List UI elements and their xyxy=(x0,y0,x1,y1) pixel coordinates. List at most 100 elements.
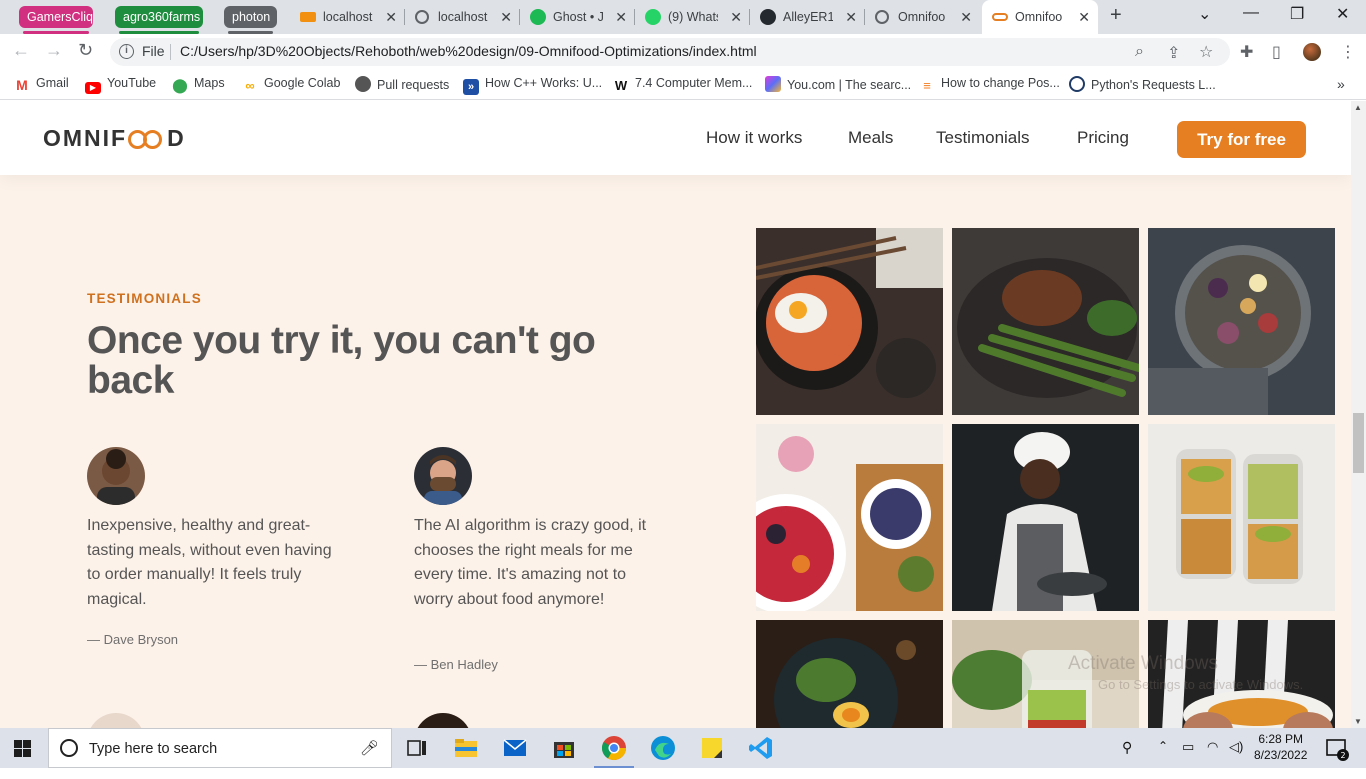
section-subheading: TESTIMONIALS xyxy=(87,291,202,306)
task-view-icon[interactable] xyxy=(403,734,431,762)
stackoverflow-icon: ≡ xyxy=(923,78,931,93)
show-hidden-icons-chevron[interactable]: ⌃ xyxy=(1158,739,1168,779)
close-tab-icon[interactable]: ✕ xyxy=(730,0,742,34)
extensions-puzzle-icon[interactable]: ✚ xyxy=(1240,42,1253,62)
scroll-up-arrow-icon[interactable]: ▲ xyxy=(1354,103,1362,112)
bookmark-cpp[interactable]: » How C++ Works: U... xyxy=(463,76,602,95)
battery-icon[interactable]: ▭ xyxy=(1182,739,1194,779)
globe-icon xyxy=(415,10,429,24)
gallery-image-5 xyxy=(952,424,1139,611)
tab-localhost-1[interactable]: localhost ✕ xyxy=(290,0,405,34)
bookmark-colab[interactable]: ∞ Google Colab xyxy=(242,76,340,94)
side-panel-icon[interactable]: ▯ xyxy=(1272,42,1281,62)
tab-omnifood-1[interactable]: Omnifoo ✕ xyxy=(865,0,980,34)
youtube-icon: ▶ xyxy=(85,82,101,94)
zoom-icon[interactable]: ⌕ xyxy=(1135,43,1144,61)
tab-localhost-2[interactable]: localhost ✕ xyxy=(405,0,520,34)
close-tab-icon[interactable]: ✕ xyxy=(960,0,972,34)
bookmark-stackoverflow[interactable]: ≡ How to change Pos... xyxy=(919,76,1060,94)
close-tab-icon[interactable]: ✕ xyxy=(1078,0,1090,34)
testimonial-author: — Ben Hadley xyxy=(414,657,498,672)
nav-link-meals[interactable]: Meals xyxy=(848,128,893,148)
mail-icon[interactable] xyxy=(501,734,529,762)
testimonial-author: — Dave Bryson xyxy=(87,632,179,647)
edge-icon[interactable] xyxy=(649,734,677,762)
close-window-icon[interactable]: ✕ xyxy=(1336,4,1349,24)
file-explorer-icon[interactable] xyxy=(452,734,480,762)
sticky-notes-icon[interactable] xyxy=(698,734,726,762)
chrome-icon[interactable] xyxy=(594,734,634,768)
taskbar-clock[interactable]: 6:28 PM 8/23/2022 xyxy=(1254,731,1307,763)
close-tab-icon[interactable]: ✕ xyxy=(615,0,627,34)
close-tab-icon[interactable]: ✕ xyxy=(385,0,397,34)
reload-icon[interactable]: ↻ xyxy=(78,40,93,61)
cortana-icon xyxy=(60,739,78,757)
site-info-icon[interactable]: i xyxy=(119,44,134,59)
close-tab-icon[interactable]: ✕ xyxy=(500,0,512,34)
windows-start-icon[interactable] xyxy=(14,740,31,757)
url-text[interactable]: C:/Users/hp/3D%20Objects/Rehoboth/web%20… xyxy=(180,43,757,59)
nav-link-testimonials[interactable]: Testimonials xyxy=(936,128,1030,148)
forward-arrow-icon[interactable]: → xyxy=(45,40,63,61)
bookmark-pull-requests[interactable]: Pull requests xyxy=(355,76,449,92)
realpython-icon xyxy=(1069,76,1085,92)
svg-text:2: 2 xyxy=(1340,751,1345,760)
whatsapp-icon xyxy=(645,9,661,25)
tab-whatsapp[interactable]: (9) Whats ✕ xyxy=(635,0,750,34)
gallery-image-2 xyxy=(952,228,1139,415)
bookmark-youtube[interactable]: ▶ YouTube xyxy=(85,76,156,94)
omnifood-logo[interactable]: OMNIF D xyxy=(43,125,186,152)
bookmark-realpython[interactable]: Python's Requests L... xyxy=(1069,76,1216,92)
tab-search-chevron-icon[interactable]: ⌄ xyxy=(1198,4,1211,24)
scroll-down-arrow-icon[interactable]: ▼ xyxy=(1354,717,1362,726)
tab-group-agro360farms[interactable]: agro360farms xyxy=(115,6,203,34)
taskbar-search-box[interactable]: Type here to search 🎤︎ xyxy=(48,728,392,768)
microphone-icon[interactable]: 🎤︎ xyxy=(360,739,379,757)
bookmark-icon: » xyxy=(463,79,479,95)
browser-tab-strip: GamersCliq agro360farms photon localhost… xyxy=(0,0,1366,34)
vscode-icon[interactable] xyxy=(747,734,775,762)
logo-rings-icon xyxy=(128,130,166,149)
people-icon[interactable]: ⚲ xyxy=(1122,739,1132,779)
github-icon xyxy=(355,76,371,92)
new-tab-button[interactable]: + xyxy=(1110,4,1122,27)
nav-link-pricing[interactable]: Pricing xyxy=(1077,128,1129,148)
bookmark-maps[interactable]: ⬤ Maps xyxy=(172,76,224,93)
tab-spotify[interactable]: Ghost • Ju ✕ xyxy=(520,0,635,34)
share-icon[interactable]: ⇪ xyxy=(1167,43,1180,63)
scrollbar-thumb[interactable] xyxy=(1353,413,1364,473)
testimonial-quote: The AI algorithm is crazy good, it choos… xyxy=(414,517,647,608)
omnifood-icon xyxy=(992,13,1008,21)
bookmark-gmail[interactable]: M Gmail xyxy=(14,76,69,93)
avatar-partial xyxy=(87,713,145,728)
nav-link-how-it-works[interactable]: How it works xyxy=(706,128,802,148)
section-heading: Once you try it, you can't go back xyxy=(87,319,596,402)
minimize-icon[interactable]: — xyxy=(1243,4,1259,22)
restore-icon[interactable]: ❐ xyxy=(1290,4,1304,24)
w-icon: W xyxy=(614,78,628,93)
microsoft-store-icon[interactable] xyxy=(550,734,578,762)
bookmark-star-icon[interactable]: ☆ xyxy=(1199,42,1213,62)
globe-icon xyxy=(875,10,889,24)
tab-omnifood-active[interactable]: Omnifoo ✕ xyxy=(982,0,1098,34)
volume-icon[interactable]: ◁) xyxy=(1229,739,1243,779)
try-for-free-button[interactable]: Try for free xyxy=(1177,121,1306,158)
more-bookmarks-icon[interactable]: » xyxy=(1337,76,1345,92)
bookmark-youcom[interactable]: You.com | The searc... xyxy=(765,76,911,92)
back-arrow-icon[interactable]: ← xyxy=(12,40,30,61)
bookmark-computer-memory[interactable]: W 7.4 Computer Mem... xyxy=(613,76,753,94)
tab-group-photon[interactable]: photon xyxy=(224,6,277,34)
tab-github[interactable]: AlleyER16 ✕ xyxy=(750,0,865,34)
page-scrollbar[interactable]: ▲ ▼ xyxy=(1351,101,1366,728)
windows-taskbar: Type here to search 🎤︎ ⚲ ⌃ ▭ ◠ ◁) 6:28 P… xyxy=(0,728,1366,768)
wifi-icon[interactable]: ◠ xyxy=(1207,739,1218,779)
scheme-label: File xyxy=(142,43,165,59)
activate-windows-watermark: Activate Windows Go to Settings to activ… xyxy=(1068,653,1304,692)
notifications-icon[interactable]: 2 xyxy=(1322,735,1350,763)
menu-kebab-icon[interactable]: ⋮ xyxy=(1340,42,1356,62)
profile-avatar[interactable] xyxy=(1303,43,1321,61)
tab-group-gamerscliq[interactable]: GamersCliq xyxy=(19,6,93,34)
github-icon xyxy=(760,9,776,25)
address-bar[interactable]: i File C:/Users/hp/3D%20Objects/Rehoboth… xyxy=(110,38,1230,66)
close-tab-icon[interactable]: ✕ xyxy=(845,0,857,34)
